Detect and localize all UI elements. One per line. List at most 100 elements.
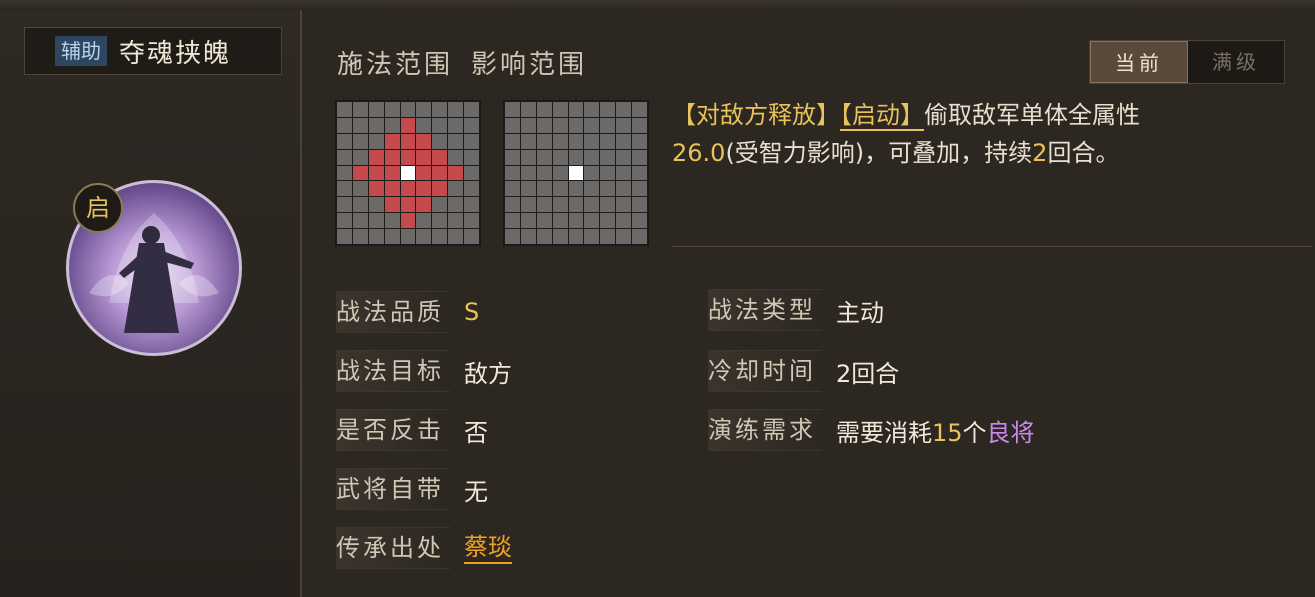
grid-cell — [552, 197, 568, 213]
attr-label: 战法品质 — [336, 291, 450, 333]
grid-cell — [600, 229, 616, 244]
grid-cell — [368, 197, 384, 213]
current-level-button[interactable]: 当前 — [1090, 41, 1188, 83]
grid-cell — [464, 165, 479, 181]
grid-cell — [505, 149, 520, 165]
grid-cell — [600, 102, 616, 117]
grid-cell — [632, 165, 647, 181]
max-level-button[interactable]: 满级 — [1188, 41, 1284, 83]
grid-cell — [536, 197, 552, 213]
grid-cell — [432, 102, 448, 117]
grid-cell — [352, 197, 368, 213]
active-skill-badge: 启 — [73, 183, 123, 233]
grid-cell — [448, 149, 464, 165]
grid-cell — [552, 181, 568, 197]
grid-cell — [384, 117, 400, 133]
grid-cell-in-range — [384, 181, 400, 197]
grid-cell — [616, 102, 632, 117]
effect-range-label: 影响范围 — [471, 50, 588, 80]
grid-cell — [520, 181, 536, 197]
grid-cell — [552, 229, 568, 244]
grid-cell — [464, 133, 479, 149]
grid-cell — [505, 165, 520, 181]
grid-cell — [600, 213, 616, 229]
grid-cell — [337, 213, 352, 229]
grid-cell — [584, 133, 600, 149]
grid-cell — [352, 229, 368, 244]
drill-mid: 个 — [962, 418, 987, 447]
grid-cell — [505, 197, 520, 213]
grid-cell — [416, 229, 432, 244]
attr-label: 战法类型 — [708, 289, 822, 331]
grid-cell — [632, 197, 647, 213]
grid-cell — [337, 197, 352, 213]
grid-cell — [368, 102, 384, 117]
drill-pre: 需要消耗 — [836, 418, 932, 447]
grid-cell — [568, 102, 584, 117]
effect-range-grid — [503, 100, 649, 246]
grid-cell — [552, 213, 568, 229]
grid-cell — [536, 149, 552, 165]
grid-cell — [464, 229, 479, 244]
grid-cell — [505, 133, 520, 149]
target-tag: 【对敌方释放】 — [672, 101, 840, 129]
grid-cell-in-range — [400, 197, 416, 213]
grid-cell — [505, 102, 520, 117]
grid-cell — [584, 197, 600, 213]
grid-cell — [352, 102, 368, 117]
grid-cell-in-range — [384, 149, 400, 165]
grid-cell-center — [568, 165, 584, 181]
attr-label: 战法目标 — [336, 350, 450, 392]
grid-cell — [464, 197, 479, 213]
grid-cell-in-range — [416, 133, 432, 149]
grid-cell — [600, 149, 616, 165]
grid-cell-in-range — [432, 181, 448, 197]
grid-cell-in-range — [352, 165, 368, 181]
drill-item-link[interactable]: 良将 — [987, 419, 1035, 447]
grid-cell — [616, 181, 632, 197]
attr-label: 武将自带 — [336, 468, 450, 510]
grid-cell — [337, 181, 352, 197]
grid-cell — [505, 117, 520, 133]
grid-cell — [616, 229, 632, 244]
grid-cell-in-range — [416, 165, 432, 181]
grid-cell — [616, 197, 632, 213]
grid-cell — [448, 181, 464, 197]
grid-cell — [600, 133, 616, 149]
attr-value: 敌方 — [464, 359, 512, 388]
grid-cell — [448, 213, 464, 229]
grid-cell-in-range — [384, 197, 400, 213]
attr-quality: 战法品质 S — [336, 291, 479, 333]
grid-cell — [536, 213, 552, 229]
attr-counter: 是否反击 否 — [336, 409, 488, 451]
grid-cell — [536, 117, 552, 133]
grid-cell — [368, 213, 384, 229]
grid-cell — [337, 117, 352, 133]
grid-cell — [400, 229, 416, 244]
skill-type-tag[interactable]: 【启动】 — [840, 101, 924, 131]
attr-innate: 武将自带 无 — [336, 468, 488, 510]
grid-cell-in-range — [400, 149, 416, 165]
grid-cell — [568, 117, 584, 133]
source-general-link[interactable]: 蔡琰 — [464, 532, 512, 564]
grid-cell — [584, 102, 600, 117]
grid-cell — [584, 165, 600, 181]
grid-cell — [568, 197, 584, 213]
attr-value: 2回合 — [836, 359, 900, 388]
grid-cell — [568, 181, 584, 197]
grid-cell-in-range — [416, 197, 432, 213]
grid-cell — [432, 197, 448, 213]
grid-cell — [416, 102, 432, 117]
grid-cell — [368, 229, 384, 244]
grid-cell — [568, 229, 584, 244]
grid-cell — [448, 102, 464, 117]
grid-cell — [520, 213, 536, 229]
skill-name: 夺魂挟魄 — [119, 38, 232, 69]
grid-cell-in-range — [400, 181, 416, 197]
grid-cell — [448, 133, 464, 149]
grid-cell-in-range — [368, 181, 384, 197]
grid-cell — [337, 149, 352, 165]
grid-cell — [432, 229, 448, 244]
grid-cell — [384, 213, 400, 229]
grid-cell — [464, 181, 479, 197]
